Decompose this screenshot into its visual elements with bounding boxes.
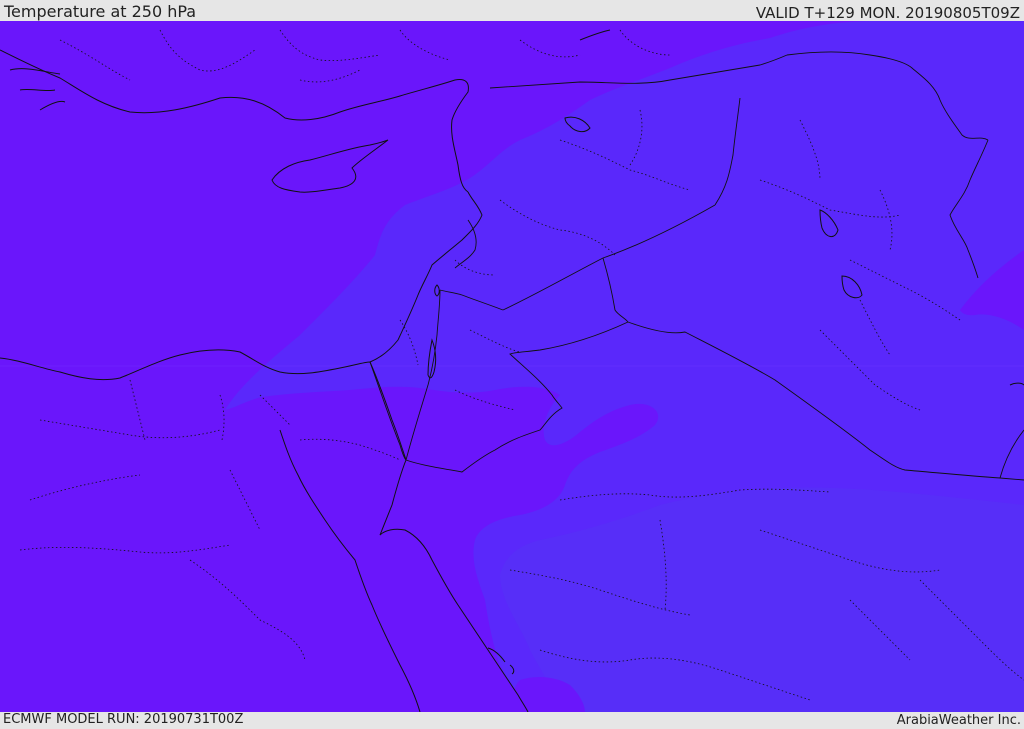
valid-time: VALID T+129 MON. 20190805T09Z xyxy=(755,4,1020,22)
temperature-field-map xyxy=(0,21,1024,712)
map-panel xyxy=(0,21,1024,712)
credit: ArabiaWeather Inc. xyxy=(896,713,1021,728)
footer-bar: ECMWF MODEL RUN: 20190731T00Z ArabiaWeat… xyxy=(0,712,1024,729)
model-run: ECMWF MODEL RUN: 20190731T00Z xyxy=(3,712,244,727)
header-bar: Temperature at 250 hPa VALID T+129 MON. … xyxy=(0,0,1024,22)
map-title: Temperature at 250 hPa xyxy=(4,2,197,21)
